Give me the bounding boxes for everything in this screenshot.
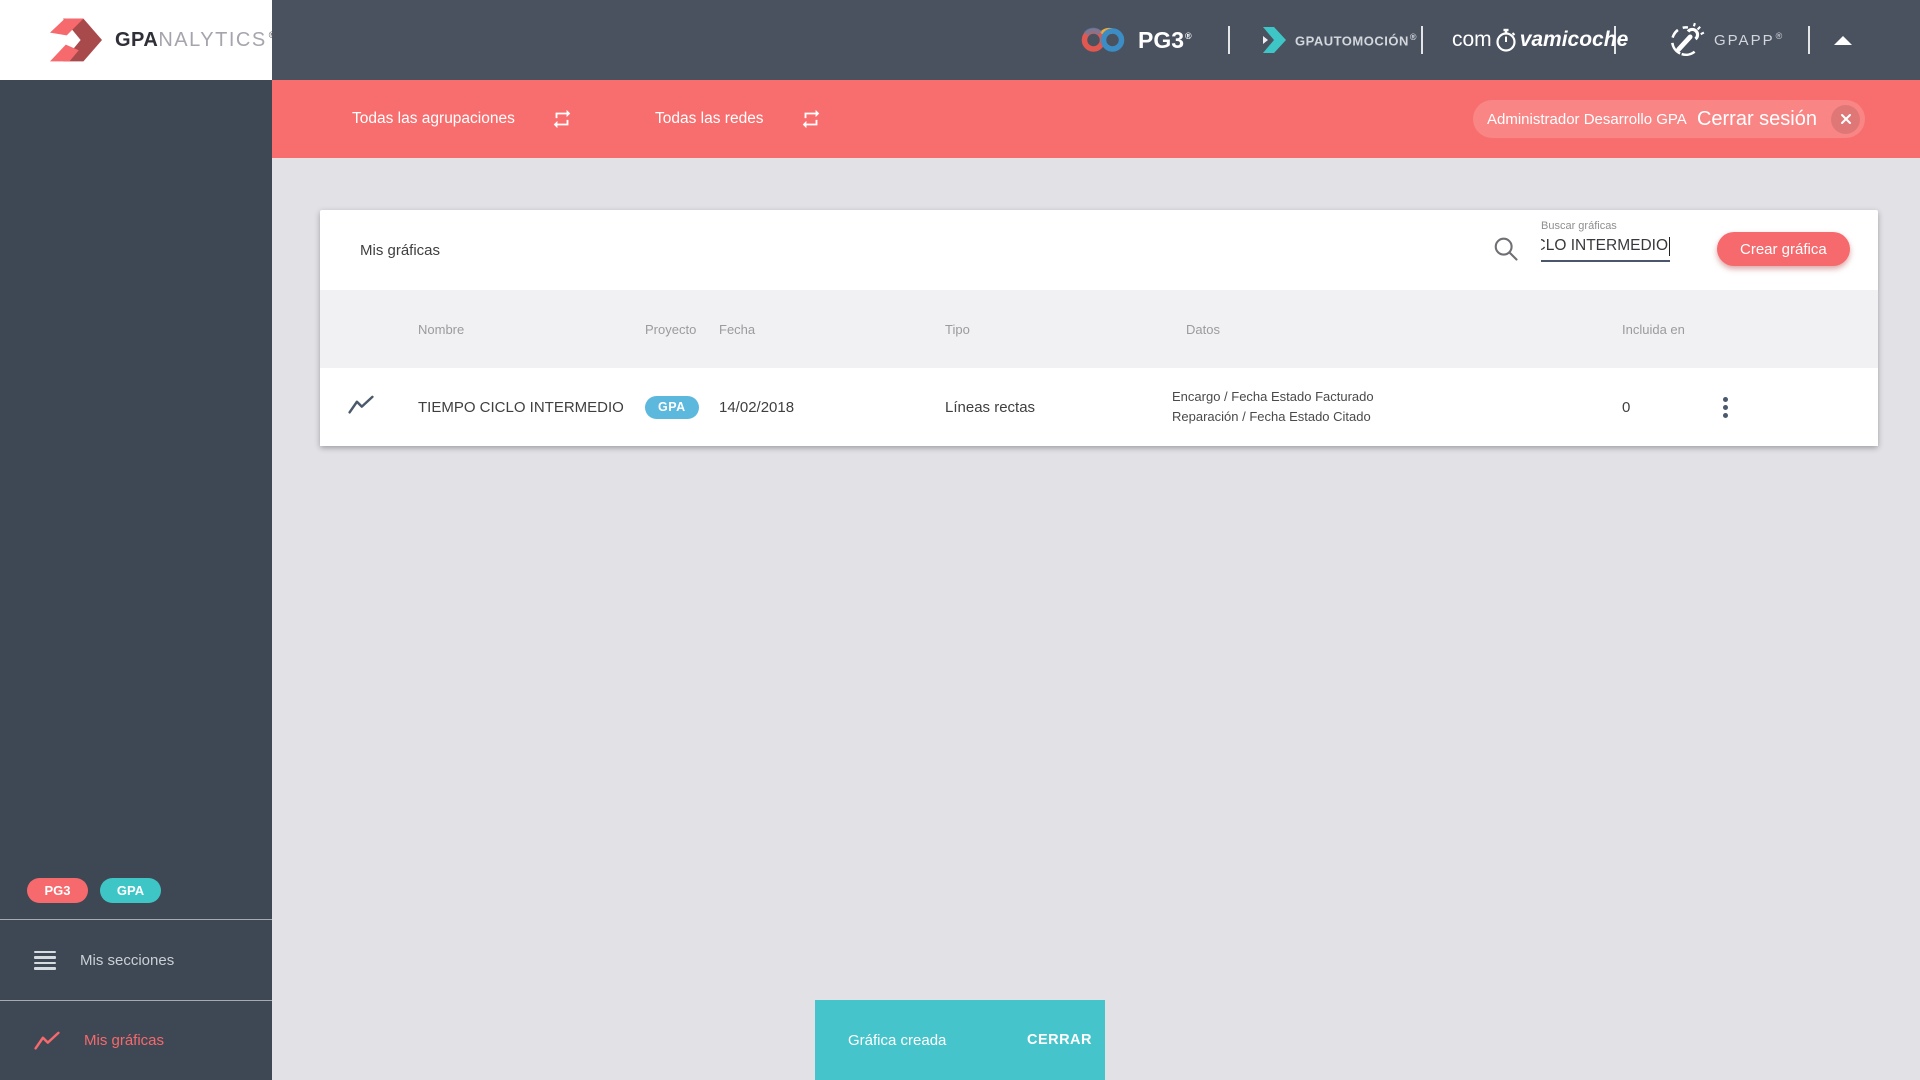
close-session-icon[interactable] bbox=[1831, 104, 1860, 134]
cell-incluida-en: 0 bbox=[1622, 398, 1631, 416]
column-header-fecha: Fecha bbox=[719, 321, 756, 337]
filter-redes-label: Todas las redes bbox=[655, 110, 764, 127]
pg3-infinity-icon bbox=[1081, 27, 1125, 52]
topbar-separator bbox=[1614, 26, 1616, 54]
app-topbar: PG3® GPAUTOMOCIÓN® com vamicoche GPAPP® bbox=[272, 0, 1920, 80]
logo-trademark: ® bbox=[268, 29, 276, 40]
brand-gpautomocion-label: GPAUTOMOCIÓN® bbox=[1295, 31, 1417, 49]
column-header-nombre: Nombre bbox=[418, 321, 465, 337]
table-row[interactable]: TIEMPO CICLO INTERMEDIO GPA 14/02/2018 L… bbox=[320, 368, 1878, 446]
row-chart-icon bbox=[348, 395, 374, 414]
swap-icon[interactable] bbox=[551, 108, 573, 130]
row-menu-button[interactable] bbox=[1713, 392, 1737, 422]
filter-agrupaciones-label: Todas las agrupaciones bbox=[352, 110, 515, 127]
cell-datos: Encargo / Fecha Estado Facturado Reparac… bbox=[1172, 387, 1585, 427]
user-name: Administrador Desarrollo GPA bbox=[1487, 110, 1687, 128]
project-badge: GPA bbox=[645, 395, 699, 419]
comprovamicoche-prefix: com bbox=[1452, 28, 1492, 51]
cell-fecha: 14/02/2018 bbox=[719, 398, 795, 416]
mis-graficas-card: Mis gráficas Buscar gráficas CICLO INTER… bbox=[320, 210, 1878, 446]
brand-comprovamicoche[interactable]: com vamicoche bbox=[1452, 0, 1628, 80]
stopwatch-icon bbox=[1496, 28, 1516, 52]
brand-pg3-label: PG3® bbox=[1138, 26, 1192, 53]
column-header-incluida-en: Incluida en bbox=[1622, 321, 1685, 337]
topbar-separator bbox=[1228, 26, 1230, 54]
toast-close-button[interactable]: CERRAR bbox=[1027, 1032, 1092, 1048]
column-header-tipo: Tipo bbox=[945, 321, 970, 337]
sidebar-item-label: Mis gráficas bbox=[84, 1032, 165, 1049]
sidebar-badges: PG3 GPA bbox=[27, 878, 161, 903]
comprovamicoche-suffix: vamicoche bbox=[1519, 28, 1629, 51]
search-icon[interactable] bbox=[1492, 235, 1520, 263]
column-header-proyecto: Proyecto bbox=[645, 321, 697, 337]
line-chart-icon bbox=[34, 1031, 60, 1050]
logo-text-bold: GPA bbox=[115, 28, 159, 51]
datos-line: Reparación / Fecha Estado Citado bbox=[1172, 409, 1371, 424]
brand-gpautomocion[interactable]: GPAUTOMOCIÓN® bbox=[1262, 0, 1417, 80]
search-input-value: CICLO INTERMEDIO bbox=[1541, 237, 1668, 254]
badge-pg3[interactable]: PG3 bbox=[27, 878, 88, 903]
cell-tipo: Líneas rectas bbox=[945, 398, 1036, 416]
filter-agrupaciones[interactable]: Todas las agrupaciones bbox=[352, 80, 573, 158]
logout-button[interactable]: Cerrar sesión bbox=[1697, 108, 1817, 131]
gpapp-wrench-icon bbox=[1670, 22, 1705, 57]
datos-line: Encargo / Fecha Estado Facturado bbox=[1172, 388, 1374, 404]
brand-gpapp[interactable]: GPAPP® bbox=[1668, 0, 1784, 80]
gpanalytics-logo[interactable]: GPANALYTICS ® bbox=[0, 0, 275, 80]
snackbar-toast: Gráfica creada CERRAR bbox=[815, 1000, 1105, 1080]
brand-gpapp-label: GPAPP® bbox=[1714, 31, 1785, 49]
filter-redes[interactable]: Todas las redes bbox=[655, 80, 822, 158]
collapse-caret-icon[interactable] bbox=[1834, 0, 1852, 80]
swap-icon[interactable] bbox=[800, 108, 822, 130]
logo-text: GPANALYTICS ® bbox=[115, 29, 276, 52]
page-title: Mis gráficas bbox=[360, 241, 441, 259]
input-underline bbox=[1541, 260, 1670, 262]
gpanalytics-logo-icon bbox=[50, 18, 102, 62]
column-header-datos: Datos bbox=[1186, 321, 1220, 337]
gpautomocion-chevron-icon bbox=[1263, 27, 1286, 53]
search-input[interactable]: Buscar gráficas CICLO INTERMEDIO bbox=[1541, 220, 1670, 262]
card-header: Mis gráficas Buscar gráficas CICLO INTER… bbox=[320, 210, 1878, 290]
topbar-separator bbox=[1421, 26, 1423, 54]
logo-text-light: NALYTICS bbox=[158, 28, 267, 51]
sidebar-item-label: Mis secciones bbox=[80, 951, 175, 969]
filter-bar: Todas las agrupaciones Todas las redes A… bbox=[272, 80, 1920, 158]
toast-message: Gráfica creada bbox=[848, 1031, 947, 1049]
sidebar-item-mis-secciones[interactable]: Mis secciones bbox=[0, 919, 272, 1000]
user-session-pill: Administrador Desarrollo GPA Cerrar sesi… bbox=[1473, 100, 1865, 138]
topbar-separator bbox=[1808, 26, 1810, 54]
badge-gpa[interactable]: GPA bbox=[100, 878, 161, 903]
text-caret bbox=[1669, 236, 1670, 256]
menu-icon bbox=[34, 950, 56, 970]
app-sidebar: GPANALYTICS ® PG3 GPA Mis secciones Mis g… bbox=[0, 0, 275, 1080]
search-input-label: Buscar gráficas bbox=[1541, 220, 1617, 232]
cell-nombre: TIEMPO CICLO INTERMEDIO bbox=[418, 398, 624, 416]
create-chart-button[interactable]: Crear gráfica bbox=[1717, 232, 1850, 266]
table-header: Nombre Proyecto Fecha Tipo Datos Incluid… bbox=[320, 290, 1878, 368]
sidebar-item-mis-graficas[interactable]: Mis gráficas bbox=[0, 1000, 272, 1080]
brand-pg3[interactable]: PG3® bbox=[1080, 0, 1192, 80]
